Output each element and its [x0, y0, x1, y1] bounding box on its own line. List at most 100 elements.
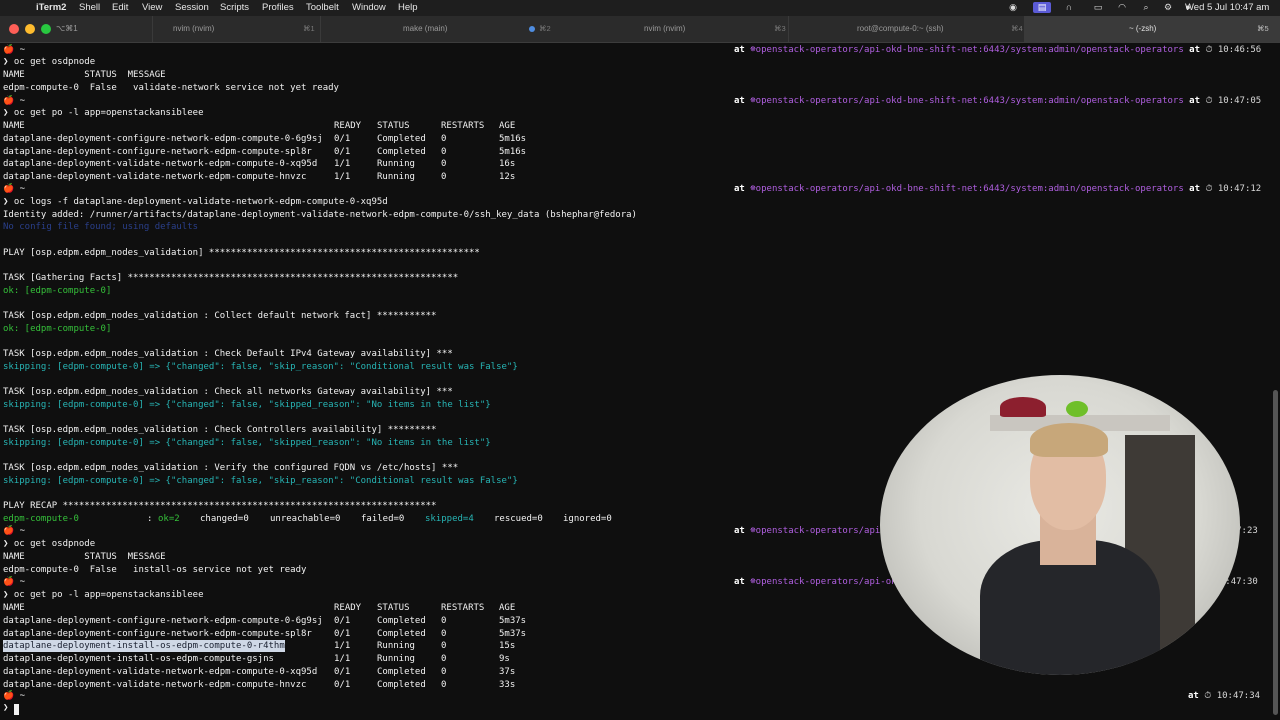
zoom-icon[interactable] [41, 24, 51, 34]
tab-shortcut: ⌘5 [1257, 24, 1269, 33]
table-cell-name: dataplane-deployment-configure-network-e… [3, 628, 312, 639]
recap-skipped: skipped=4 [425, 514, 474, 524]
table-cell-ready: 1/1 [334, 172, 351, 183]
col-header-restarts: RESTARTS [441, 121, 485, 131]
table-cell-status: Running [377, 641, 415, 652]
log-line: TASK [osp.edpm.edpm_nodes_validation : C… [3, 349, 453, 359]
menu-help[interactable]: Help [398, 2, 418, 13]
menu-shell[interactable]: Shell [79, 2, 100, 13]
headphones-icon[interactable]: ∩ [1063, 2, 1075, 13]
display-icon[interactable]: ▤ [1033, 2, 1051, 13]
plant-shape [1066, 401, 1088, 417]
menu-profiles[interactable]: Profiles [262, 2, 294, 13]
recap-failed: failed=0 [361, 514, 405, 524]
tab-label: ⌥⌘1 [56, 24, 78, 33]
table-cell-age: 5m16s [499, 146, 527, 157]
col-header-name: NAME [3, 121, 25, 131]
col-header-ready: READY [334, 121, 362, 131]
minimize-icon[interactable] [25, 24, 35, 34]
recap-colon: : [147, 514, 158, 524]
table-cell-age: 5m37s [499, 616, 527, 626]
log-line: TASK [Gathering Facts] *****************… [3, 273, 459, 283]
context-at: at [734, 45, 745, 55]
tab-ssh[interactable]: root@compute-0:~ (ssh) ⌘4 [788, 16, 1024, 42]
table-cell-restarts: 0 [441, 172, 447, 183]
prompt-line: 🍎 ~ [3, 577, 26, 587]
menu-app-name[interactable]: iTerm2 [36, 2, 66, 13]
scrollbar[interactable] [1273, 390, 1278, 715]
clock-text[interactable]: Wed 5 Jul 10:47 am [1185, 2, 1269, 13]
prompt-time: ⏱ 10:46:56 [1205, 45, 1262, 55]
prompt-time: ⏱ 10:47:34 [1204, 691, 1261, 701]
table-cell-name: dataplane-deployment-validate-network-ed… [3, 679, 307, 690]
log-line: TASK [osp.edpm.edpm_nodes_validation : C… [3, 311, 437, 321]
tab-label: nvim (nvim) [173, 24, 215, 33]
menu-scripts[interactable]: Scripts [220, 2, 249, 13]
tab-shortcut: ⌘4 [1011, 24, 1023, 33]
tab-make[interactable]: make (main) ⌘2 [320, 16, 551, 42]
context-at: at [1189, 45, 1201, 55]
context-at: at [734, 526, 745, 536]
recap-ok: ok=2 [158, 514, 180, 524]
tab-label: ~ (-zsh) [1129, 24, 1157, 33]
recap-unreachable: unreachable=0 [270, 514, 341, 524]
table-cell-status: Running [377, 172, 415, 183]
col-header-age: AGE [499, 121, 516, 131]
table-cell-status: Completed [377, 146, 426, 157]
log-line: skipping: [edpm-compute-0] => {"changed"… [3, 438, 491, 448]
recap-ignored: ignored=0 [563, 514, 612, 524]
prompt-line: 🍎 ~ [3, 184, 26, 194]
kube-context: ☸openstack-operators/api-okd-bne-shift-n… [750, 45, 1184, 55]
tab-nvim-1[interactable]: nvim (nvim) ⌘1 [152, 16, 320, 42]
webcam-overlay[interactable] [880, 375, 1240, 675]
close-icon[interactable] [9, 24, 19, 34]
recap-host: edpm-compute-0 [3, 514, 79, 524]
table-cell-age: 15s [499, 641, 516, 652]
battery-icon[interactable]: ▭ [1090, 2, 1106, 13]
search-icon[interactable]: ⌕ [1140, 2, 1152, 13]
table-cell-age: 16s [499, 159, 516, 170]
wifi-icon[interactable]: ◠ [1116, 2, 1128, 13]
table-cell-ready: 0/1 [334, 134, 351, 144]
table-cell-restarts: 0 [441, 146, 447, 157]
menu-edit[interactable]: Edit [112, 2, 128, 13]
menu-bar: iTerm2 Shell Edit View Session Scripts P… [0, 0, 1280, 16]
table-cell-restarts: 0 [441, 616, 447, 626]
prompt-time: ⏱ 10:47:05 [1205, 96, 1262, 106]
tab-nvim-2[interactable]: nvim (nvim) ⌘3 [558, 16, 788, 42]
tab-shortcut: ⌘1 [303, 24, 315, 33]
hat-shape [1000, 397, 1046, 417]
table-cell-name: dataplane-deployment-validate-network-ed… [3, 172, 307, 183]
tab-1[interactable]: ⌥⌘1 [52, 16, 152, 42]
table-cell-status: Running [377, 654, 415, 665]
log-line: TASK [osp.edpm.edpm_nodes_validation : V… [3, 463, 459, 473]
tab-bar: ⌥⌘1 nvim (nvim) ⌘1 make (main) ⌘2 nvim (… [0, 16, 1280, 43]
log-line: skipping: [edpm-compute-0] => {"changed"… [3, 362, 518, 372]
tab-zsh[interactable]: ~ (-zsh) ⌘5 [1024, 16, 1280, 42]
menu-toolbelt[interactable]: Toolbelt [306, 2, 339, 13]
table-cell-ready: 1/1 [334, 641, 351, 652]
final-prompt: ❯ [3, 703, 9, 713]
menu-session[interactable]: Session [175, 2, 209, 13]
log-line: No config file found; using defaults [3, 222, 199, 232]
col-header-restarts: RESTARTS [441, 603, 485, 613]
table-cell-restarts: 0 [441, 628, 447, 639]
kube-context: ☸openstack-operators/api-okd-bne-shift-n… [750, 184, 1184, 194]
context-at: at [734, 96, 745, 106]
table-cell-age: 5m16s [499, 134, 527, 144]
table-cell-name: dataplane-deployment-install-os-edpm-com… [3, 654, 274, 665]
kube-context: ☸openstack-operators/api-okd-bne-shift-n… [750, 96, 1184, 106]
log-line: skipping: [edpm-compute-0] => {"changed"… [3, 476, 518, 486]
command-line: ❯ oc get po -l app=openstackansibleee [3, 108, 204, 118]
log-line: PLAY RECAP *****************************… [3, 501, 437, 511]
control-center-icon[interactable]: ⚙ [1160, 2, 1176, 13]
recap-changed: changed=0 [200, 514, 249, 524]
table-cell-restarts: 0 [441, 159, 447, 170]
record-icon[interactable]: ◉ [1007, 2, 1019, 13]
menu-view[interactable]: View [142, 2, 162, 13]
col-header-ready: READY [334, 603, 362, 613]
table-cell-name: dataplane-deployment-validate-network-ed… [3, 666, 318, 677]
menu-window[interactable]: Window [352, 2, 386, 13]
command-line: ❯ oc get po -l app=openstackansibleee [3, 590, 204, 600]
table-row: edpm-compute-0 False validate-network se… [3, 83, 339, 93]
